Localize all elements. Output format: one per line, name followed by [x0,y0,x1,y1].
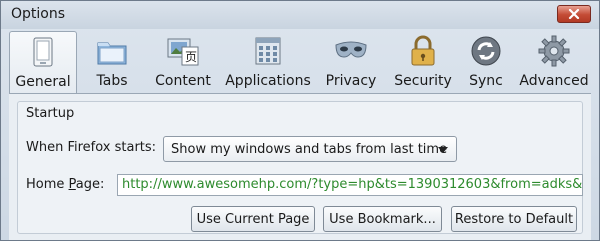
pane-privacy[interactable]: Privacy [319,31,383,93]
home-page-input[interactable]: http://www.awesomehp.com/?type=hp&ts=139… [117,174,583,196]
startup-group-title: Startup [26,106,75,121]
title-bar[interactable]: Options [1,1,599,29]
padlock-icon [411,35,435,66]
pane-security[interactable]: Security [389,31,457,93]
when-firefox-starts-label: When Firefox starts: [26,140,157,155]
home-page-label-text-start: Home [26,177,69,192]
preferences-toolbar: General Tabs 页 Content Applications Priv… [9,31,591,93]
options-window: Options General Tabs 页 Content Applicati… [0,0,600,241]
pane-advanced-label: Advanced [519,73,589,89]
pane-general[interactable]: General [9,31,77,93]
pane-advanced[interactable]: Advanced [517,31,591,93]
pane-privacy-label: Privacy [325,73,377,89]
close-icon [568,9,580,19]
sync-icon [471,36,501,66]
general-icon [33,37,53,67]
applications-icon [255,37,281,65]
window-title: Options [11,6,66,22]
pane-sync[interactable]: Sync [461,31,511,93]
pane-applications-label: Applications [225,73,311,89]
pane-content-label: Content [155,73,211,89]
restore-to-default-button[interactable]: Restore to Default [451,206,577,232]
gear-icon [538,35,570,67]
startup-behavior-select[interactable]: Show my windows and tabs from last time [163,136,457,162]
use-current-page-button[interactable]: Use Current Page [191,206,315,232]
pane-applications[interactable]: Applications [225,31,311,93]
startup-group: Startup When Firefox starts: Show my win… [17,101,583,234]
chevron-down-icon[interactable] [438,147,448,153]
content-icon: 页 [167,38,199,66]
home-page-label: Home Page: [26,177,104,192]
close-button[interactable] [557,5,591,23]
startup-behavior-value: Show my windows and tabs from last time [171,141,448,157]
privacy-mask-icon [335,41,367,58]
home-page-label-accelerator: P [68,177,76,192]
pane-tabs-label: Tabs [96,73,128,89]
tabs-icon [97,42,127,65]
general-pane: Startup When Firefox starts: Show my win… [9,94,591,240]
svg-text:页: 页 [185,50,197,64]
pane-general-label: General [15,74,71,90]
pane-tabs[interactable]: Tabs [83,31,141,93]
home-page-label-text-end: age: [75,177,105,192]
pane-security-label: Security [394,73,452,89]
use-bookmark-button[interactable]: Use Bookmark... [323,206,442,232]
pane-sync-label: Sync [469,73,503,89]
pane-content[interactable]: 页 Content [149,31,217,93]
